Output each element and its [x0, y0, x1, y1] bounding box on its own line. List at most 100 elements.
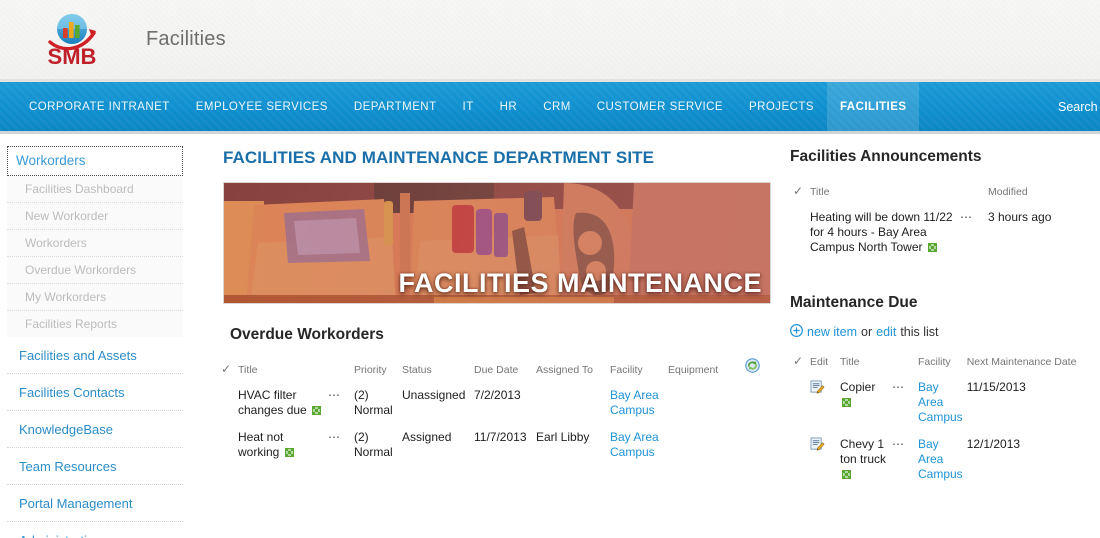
site-heading: FACILITIES AND MAINTENANCE DEPARTMENT SI… — [223, 148, 655, 167]
cell-facility[interactable]: Bay Area Campus — [610, 427, 668, 469]
edit-document-pencil-icon[interactable] — [810, 437, 825, 455]
cell-edit[interactable] — [810, 377, 840, 434]
cell-edit[interactable] — [810, 434, 840, 491]
sidebar-item-team-resources[interactable]: Team Resources — [7, 448, 183, 485]
new-item-icon — [312, 404, 322, 415]
cell-facility[interactable]: Bay Area Campus — [918, 377, 967, 434]
cell-title[interactable]: HVAC filter changes due — [238, 385, 328, 427]
sidebar-item-knowledgebase[interactable]: KnowledgeBase — [7, 411, 183, 448]
cell-title[interactable]: Copier — [840, 377, 892, 434]
nav-item-customer-service[interactable]: CUSTOMER SERVICE — [584, 82, 736, 131]
cell-spacer — [736, 427, 770, 469]
sidebar-item-portal-management[interactable]: Portal Management — [7, 485, 183, 522]
new-item-icon — [927, 241, 937, 252]
cell-status: Assigned — [402, 430, 452, 444]
sidebar-subitem-facilities-reports[interactable]: Facilities Reports — [7, 311, 183, 337]
column-menu — [960, 184, 988, 207]
overdue-workorders-heading: Overdue Workorders — [230, 326, 384, 343]
nav-item-facilities[interactable]: FACILITIES — [826, 82, 920, 131]
facility-link[interactable]: Bay Area Campus — [610, 388, 659, 417]
plus-circle-icon[interactable] — [790, 324, 803, 340]
nav-item-crm[interactable]: CRM — [530, 82, 584, 131]
nav-item-list: CORPORATE INTRANET EMPLOYEE SERVICES DEP… — [0, 82, 920, 131]
cell-equipment — [668, 385, 736, 427]
ellipsis-icon[interactable]: ⋯ — [892, 437, 905, 451]
column-title[interactable]: Title — [840, 354, 892, 377]
sidebar-item-workorders-label: Workorders — [16, 153, 86, 168]
table-row[interactable]: HVAC filter changes due ⋯ (2) Normal Una… — [218, 385, 770, 427]
checkmark-icon: ✓ — [792, 184, 804, 198]
table-row[interactable]: Heating will be down 11/22 for 4 hours -… — [790, 207, 1092, 264]
sidebar-subitem-facilities-dashboard[interactable]: Facilities Dashboard — [7, 176, 183, 203]
svg-text:SMB: SMB — [48, 44, 97, 69]
search-box[interactable]: Search t — [1058, 82, 1100, 131]
ellipsis-icon[interactable]: ⋯ — [892, 380, 905, 394]
sidebar-subitem-overdue-workorders[interactable]: Overdue Workorders — [7, 257, 183, 284]
column-status[interactable]: Status — [402, 358, 474, 385]
column-modified[interactable]: Modified — [988, 184, 1092, 207]
column-priority[interactable]: Priority — [354, 358, 402, 385]
ellipsis-icon[interactable]: ⋯ — [328, 388, 341, 402]
sync-refresh-icon[interactable] — [745, 358, 760, 376]
cell-due-date: 11/7/2013 — [474, 430, 527, 444]
row-checkbox[interactable] — [218, 427, 238, 469]
column-facility[interactable]: Facility — [918, 354, 967, 377]
table-row[interactable]: Heat not working ⋯ (2) Normal Assigned 1… — [218, 427, 770, 469]
row-checkbox[interactable] — [790, 434, 810, 491]
column-next-maintenance-date[interactable]: Next Maintenance Date — [967, 354, 1092, 377]
column-edit[interactable]: Edit — [810, 354, 840, 377]
edit-document-pencil-icon[interactable] — [810, 380, 825, 398]
select-all-column[interactable]: ✓ — [790, 184, 810, 207]
right-column: Facilities Announcements ✓ Title Modifie… — [780, 134, 1100, 535]
column-due-date[interactable]: Due Date — [474, 358, 536, 385]
row-checkbox[interactable] — [790, 207, 810, 264]
cell-row-menu[interactable]: ⋯ — [892, 377, 918, 434]
sidebar-subitem-workorders[interactable]: Workorders — [7, 230, 183, 257]
facility-link[interactable]: Bay Area Campus — [918, 380, 963, 424]
sidebar-item-facilities-and-assets[interactable]: Facilities and Assets — [7, 337, 183, 374]
facility-link[interactable]: Bay Area Campus — [918, 437, 963, 481]
column-facility[interactable]: Facility — [610, 358, 668, 385]
page-body: Workorders Facilities Dashboard New Work… — [0, 134, 1100, 538]
column-equipment[interactable]: Equipment — [668, 358, 736, 385]
cell-facility[interactable]: Bay Area Campus — [918, 434, 967, 491]
sidebar-item-workorders[interactable]: Workorders — [7, 146, 183, 176]
nav-item-projects[interactable]: PROJECTS — [736, 82, 827, 131]
table-row[interactable]: Chevy 1 ton truck ⋯ Bay Area Campus 12/1… — [790, 434, 1092, 491]
cell-title[interactable]: Heat not working — [238, 427, 328, 469]
cell-row-menu[interactable]: ⋯ — [892, 434, 918, 491]
new-item-link[interactable]: new item — [807, 325, 857, 339]
row-checkbox[interactable] — [218, 385, 238, 427]
nav-item-department[interactable]: DEPARTMENT — [341, 82, 450, 131]
smb-logo[interactable]: SMB — [24, 11, 120, 69]
cell-title[interactable]: Chevy 1 ton truck — [840, 434, 892, 491]
nav-item-it[interactable]: IT — [450, 82, 487, 131]
ellipsis-icon[interactable]: ⋯ — [328, 430, 341, 444]
row-checkbox[interactable] — [790, 377, 810, 434]
nav-item-hr[interactable]: HR — [487, 82, 531, 131]
cell-title[interactable]: Heating will be down 11/22 for 4 hours -… — [810, 207, 960, 264]
nav-item-employee-services[interactable]: EMPLOYEE SERVICES — [183, 82, 341, 131]
nav-item-corporate-intranet[interactable]: CORPORATE INTRANET — [16, 82, 183, 131]
sidebar-subitem-new-workorder[interactable]: New Workorder — [7, 203, 183, 230]
maintenance-due-heading: Maintenance Due — [790, 294, 918, 311]
sidebar-subitem-my-workorders[interactable]: My Workorders — [7, 284, 183, 311]
cell-row-menu[interactable]: ⋯ — [328, 385, 354, 427]
column-title[interactable]: Title — [810, 184, 960, 207]
column-assigned-to[interactable]: Assigned To — [536, 358, 610, 385]
select-all-column[interactable]: ✓ — [218, 358, 238, 385]
ellipsis-icon[interactable]: ⋯ — [960, 210, 973, 224]
table-row[interactable]: Copier ⋯ Bay Area Campus 11/15/2013 — [790, 377, 1092, 434]
cell-row-menu[interactable]: ⋯ — [328, 427, 354, 469]
facility-link[interactable]: Bay Area Campus — [610, 430, 659, 459]
facilities-announcements-table: ✓ Title Modified Heating will be down 11… — [790, 184, 1092, 264]
cell-row-menu[interactable]: ⋯ — [960, 207, 988, 264]
cell-facility[interactable]: Bay Area Campus — [610, 385, 668, 427]
edit-list-link[interactable]: edit — [876, 325, 896, 339]
or-label: or — [861, 325, 873, 339]
select-all-column[interactable]: ✓ — [790, 354, 810, 377]
sidebar-item-facilities-contacts[interactable]: Facilities Contacts — [7, 374, 183, 411]
cell-modified: 3 hours ago — [988, 210, 1052, 224]
column-title[interactable]: Title — [238, 358, 328, 385]
sidebar-item-administration[interactable]: Administration — [7, 522, 183, 538]
